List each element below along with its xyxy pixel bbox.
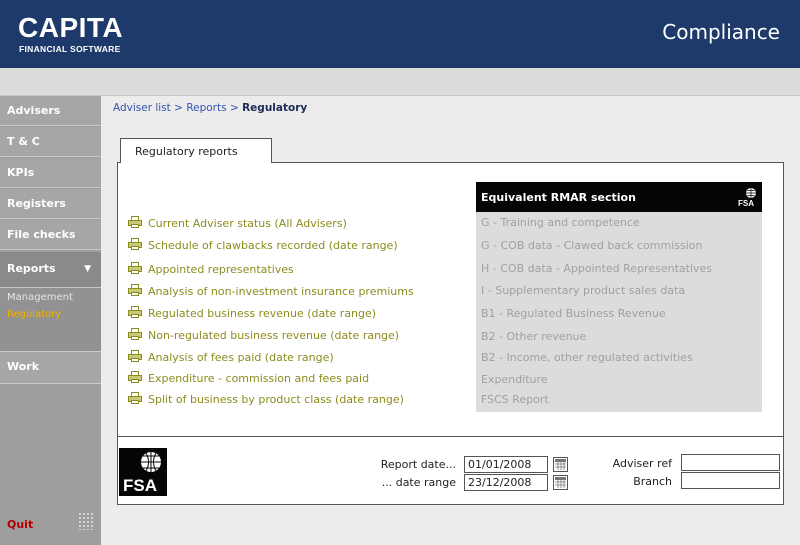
report-link-current-adviser-status[interactable]: Current Adviser status (All Advisers): [128, 216, 347, 232]
printer-icon: [128, 284, 142, 296]
sidebar-item-label: Reports: [7, 262, 56, 275]
report-link-split-of-business[interactable]: Split of business by product class (date…: [128, 392, 404, 408]
report-link-expenditure[interactable]: Expenditure - commission and fees paid: [128, 371, 369, 387]
tab-regulatory-reports[interactable]: Regulatory reports: [120, 138, 272, 163]
printer-icon: [128, 216, 142, 228]
rmar-item: Expenditure: [481, 373, 548, 386]
sidebar-item-advisers[interactable]: Advisers: [0, 96, 101, 126]
report-date-field[interactable]: 01/01/2008: [464, 456, 548, 473]
branch-field[interactable]: [681, 472, 780, 489]
quit-button[interactable]: Quit: [7, 518, 33, 531]
fsa-logo-text: FSA: [123, 476, 157, 495]
submenu-item-regulatory[interactable]: Regulatory: [7, 309, 61, 320]
report-link-appointed-representatives[interactable]: Appointed representatives: [128, 262, 294, 278]
app-title: Compliance: [662, 20, 780, 44]
rmar-item: G - Training and competence: [481, 216, 640, 229]
adviser-ref-field[interactable]: [681, 454, 780, 471]
calendar-icon[interactable]: [553, 457, 568, 472]
printer-icon: [128, 238, 142, 250]
report-link-label: Expenditure - commission and fees paid: [148, 372, 370, 385]
reports-submenu: Management Regulatory: [0, 288, 101, 352]
report-link-non-investment-insurance[interactable]: Analysis of non-investment insurance pre…: [128, 284, 414, 300]
report-link-label: Appointed representatives: [148, 263, 294, 276]
report-link-label: Analysis of non-investment insurance pre…: [148, 285, 414, 298]
printer-icon: [128, 328, 142, 340]
sidebar-item-label: File checks: [7, 228, 76, 241]
rmar-item: I - Supplementary product sales data: [481, 284, 686, 297]
capita-logo: CAPITA: [18, 12, 124, 43]
sidebar-item-t-and-c[interactable]: T & C: [0, 127, 101, 157]
breadcrumb: Adviser list > Reports > Regulatory: [113, 102, 307, 114]
submenu-item-management[interactable]: Management: [7, 292, 73, 303]
breadcrumb-adviser-list[interactable]: Adviser list: [113, 102, 171, 114]
breadcrumb-separator: >: [174, 102, 183, 114]
report-parameters-panel: [117, 437, 784, 505]
capita-logo-subtext: FINANCIAL SOFTWARE: [19, 44, 121, 54]
calendar-icon[interactable]: [553, 475, 568, 490]
rmar-item: B2 - Other revenue: [481, 330, 587, 343]
sidebar-item-work[interactable]: Work: [0, 352, 101, 384]
sidebar-item-reports[interactable]: Reports ▼: [0, 252, 101, 288]
rmar-item: H - COB data - Appointed Representatives: [481, 262, 713, 275]
sidebar-item-label: KPIs: [7, 166, 35, 179]
rmar-section-header: Equivalent RMAR section: [476, 182, 762, 212]
report-link-schedule-of-clawbacks[interactable]: Schedule of clawbacks recorded (date ran…: [128, 238, 398, 254]
rmar-item: B2 - Income, other regulated activities: [481, 351, 693, 364]
printer-icon: [128, 392, 142, 404]
report-link-non-regulated-revenue[interactable]: Non-regulated business revenue (date ran…: [128, 328, 399, 344]
adviser-ref-label: Adviser ref: [612, 457, 672, 470]
sidebar-item-label: Advisers: [7, 104, 61, 117]
sidebar-item-registers[interactable]: Registers: [0, 189, 101, 219]
app-header: CAPITA FINANCIAL SOFTWARE Compliance: [0, 0, 800, 68]
resize-grip-icon[interactable]: [78, 512, 94, 530]
breadcrumb-separator: >: [229, 102, 239, 114]
sidebar-item-kpis[interactable]: KPIs: [0, 158, 101, 188]
report-link-label: Analysis of fees paid (date range): [148, 351, 334, 364]
fsa-logo-icon: FSA: [736, 186, 758, 208]
chevron-down-icon: ▼: [84, 264, 91, 274]
sidebar-item-label: T & C: [7, 135, 40, 148]
printer-icon: [128, 350, 142, 362]
date-range-label: ... date range: [381, 476, 456, 489]
report-link-label: Split of business by product class (date…: [148, 393, 404, 406]
printer-icon: [128, 371, 142, 383]
report-date-label: Report date...: [380, 458, 456, 471]
report-link-label: Regulated business revenue (date range): [148, 307, 377, 320]
report-link-label: Current Adviser status (All Advisers): [148, 217, 347, 230]
printer-icon: [128, 306, 142, 318]
fsa-logo-icon: FSA: [119, 448, 167, 496]
report-link-label: Non-regulated business revenue (date ran…: [148, 329, 400, 342]
rmar-item: B1 - Regulated Business Revenue: [481, 307, 666, 320]
report-link-analysis-of-fees[interactable]: Analysis of fees paid (date range): [128, 350, 334, 366]
breadcrumb-regulatory: Regulatory: [242, 102, 308, 114]
report-link-regulated-business-revenue[interactable]: Regulated business revenue (date range): [128, 306, 376, 322]
sidebar-item-label: Registers: [7, 197, 66, 210]
sidebar-item-label: Work: [7, 360, 40, 373]
sidebar-item-file-checks[interactable]: File checks: [0, 220, 101, 250]
report-link-label: Schedule of clawbacks recorded (date ran…: [148, 239, 398, 252]
rmar-item: G - COB data - Clawed back commission: [481, 239, 703, 252]
rmar-item: FSCS Report: [481, 393, 549, 406]
printer-icon: [128, 262, 142, 274]
toolbar-strip: [0, 68, 800, 96]
date-range-field[interactable]: 23/12/2008: [464, 474, 548, 491]
breadcrumb-reports[interactable]: Reports: [186, 102, 226, 114]
fsa-logo-text: FSA: [738, 199, 754, 208]
branch-label: Branch: [633, 475, 672, 488]
